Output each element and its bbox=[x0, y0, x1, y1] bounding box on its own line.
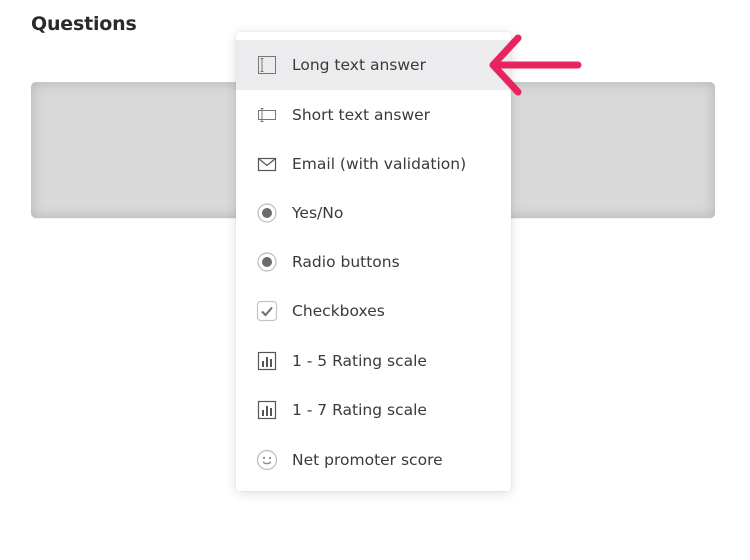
checkbox-icon bbox=[256, 300, 278, 322]
menu-item-label: Net promoter score bbox=[292, 451, 443, 469]
radio-icon bbox=[256, 251, 278, 273]
menu-item-checkboxes[interactable]: Checkboxes bbox=[236, 286, 511, 336]
menu-item-label: Short text answer bbox=[292, 106, 431, 124]
menu-item-label: Email (with validation) bbox=[292, 155, 467, 173]
menu-item-label: 1 - 7 Rating scale bbox=[292, 401, 427, 419]
menu-item-yes-no[interactable]: Yes/No bbox=[236, 188, 511, 238]
menu-item-long-text-answer[interactable]: Long text answer bbox=[236, 40, 511, 90]
menu-item-net-promoter-score[interactable]: Net promoter score bbox=[236, 435, 511, 485]
annotation-arrow-icon bbox=[489, 34, 582, 96]
question-type-dropdown: Long text answer Short text answer Email… bbox=[236, 32, 511, 491]
bar-chart-icon bbox=[256, 350, 278, 372]
menu-item-rating-1-7[interactable]: 1 - 7 Rating scale bbox=[236, 385, 511, 435]
page: Questions Long text answer Short text an… bbox=[0, 0, 750, 560]
envelope-icon bbox=[256, 153, 278, 175]
menu-item-email[interactable]: Email (with validation) bbox=[236, 139, 511, 189]
menu-item-label: Yes/No bbox=[292, 204, 344, 222]
bar-chart-icon bbox=[256, 399, 278, 421]
menu-item-short-text-answer[interactable]: Short text answer bbox=[236, 90, 511, 140]
short-text-icon bbox=[256, 104, 278, 126]
menu-item-label: Long text answer bbox=[292, 56, 426, 74]
menu-item-label: Checkboxes bbox=[292, 302, 385, 320]
menu-item-label: Radio buttons bbox=[292, 253, 400, 271]
menu-item-radio-buttons[interactable]: Radio buttons bbox=[236, 237, 511, 287]
radio-icon bbox=[256, 202, 278, 224]
menu-item-label: 1 - 5 Rating scale bbox=[292, 352, 427, 370]
long-text-icon bbox=[256, 54, 278, 76]
menu-item-rating-1-5[interactable]: 1 - 5 Rating scale bbox=[236, 336, 511, 386]
smiley-icon bbox=[256, 449, 278, 471]
section-title: Questions bbox=[31, 13, 137, 35]
